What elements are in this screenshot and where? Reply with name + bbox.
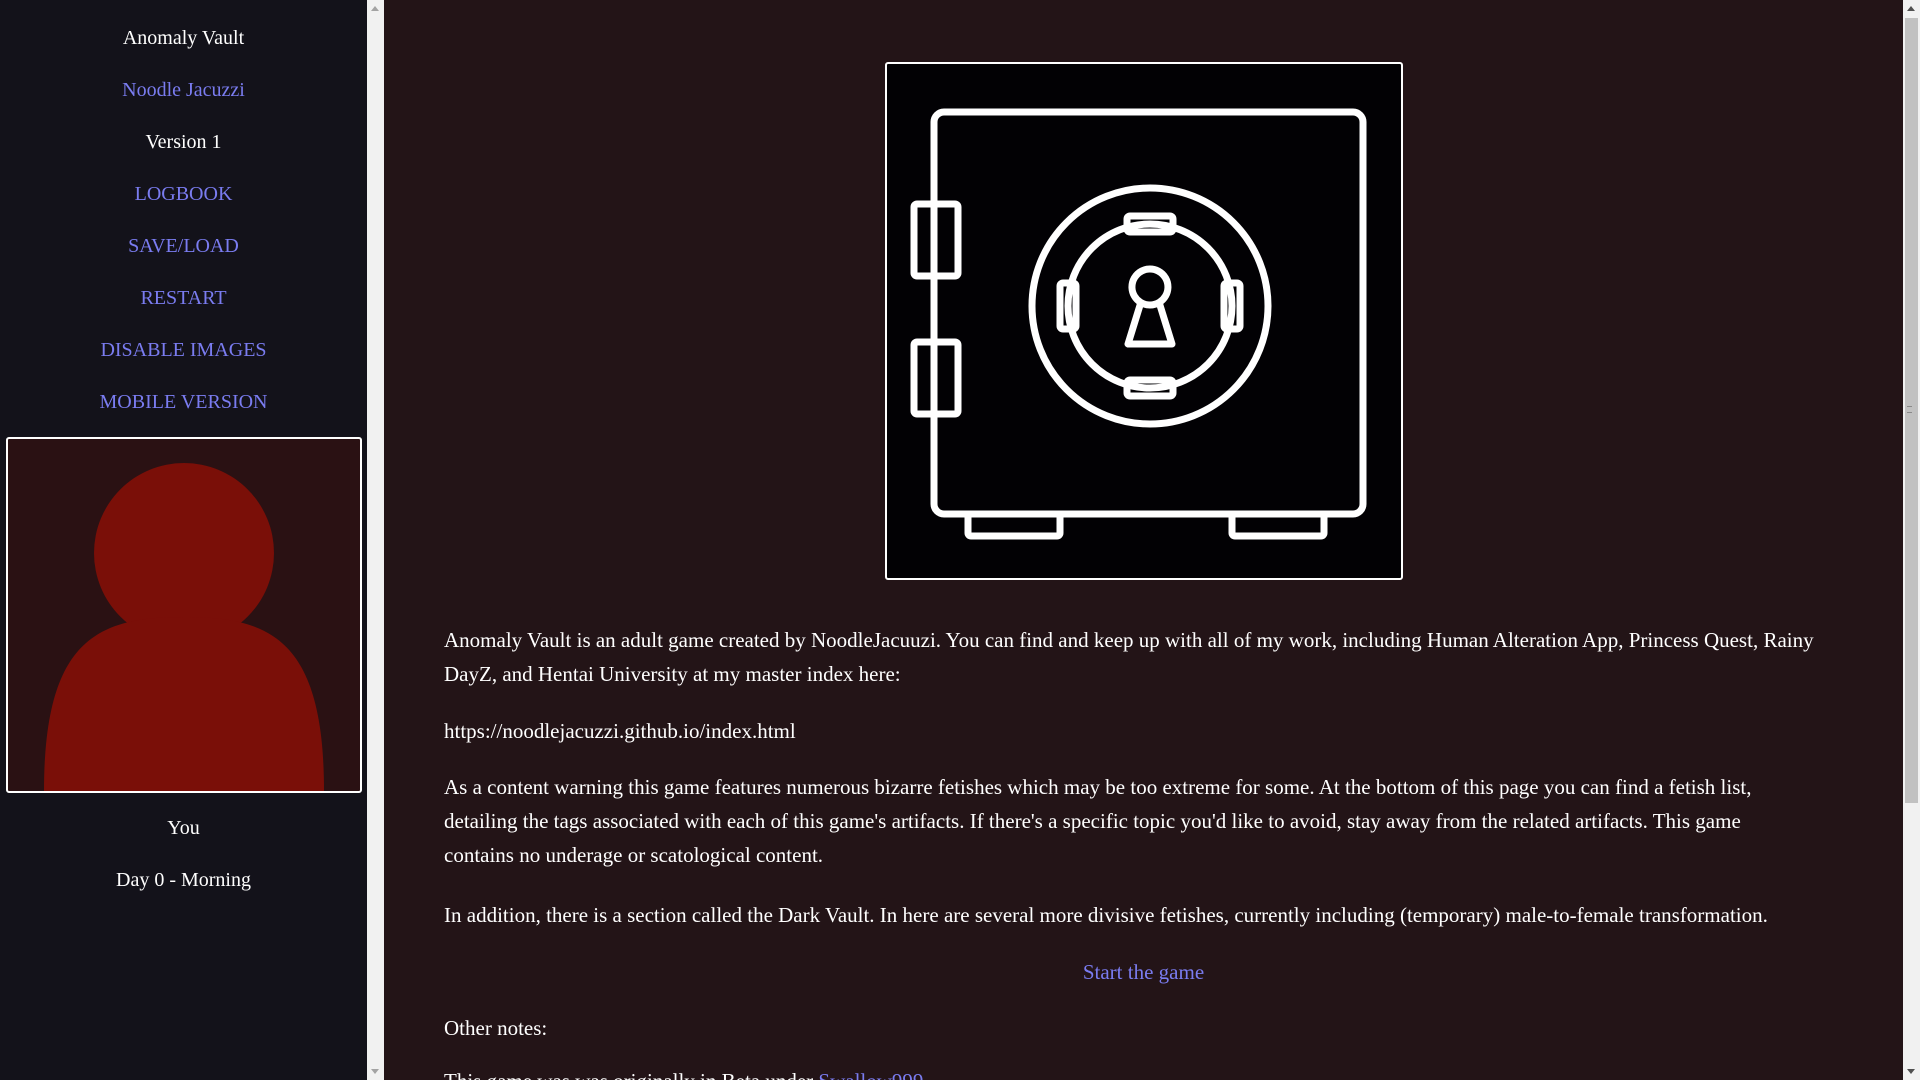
- scroll-down-arrow-icon[interactable]: [371, 1069, 379, 1074]
- scrollbar-grip-icon: [1907, 406, 1912, 413]
- start-game-link[interactable]: Start the game: [384, 955, 1903, 989]
- version-label: Version 1: [145, 131, 222, 153]
- index-url-text: https://noodlejacuzzi.github.io/index.ht…: [444, 719, 796, 743]
- avatar-silhouette-icon: [44, 463, 324, 791]
- scroll-down-arrow-icon[interactable]: [1907, 1069, 1915, 1074]
- logbook-button[interactable]: LOGBOOK: [0, 182, 367, 206]
- character-name: You: [167, 817, 200, 839]
- mobile-version-button[interactable]: MOBILE VERSION: [0, 390, 367, 414]
- intro-paragraph: Anomaly Vault is an adult game created b…: [444, 628, 1814, 686]
- game-title: Anomaly Vault: [122, 27, 245, 49]
- vault-image: [885, 62, 1403, 580]
- day-time-label: Day 0 - Morning: [116, 869, 251, 891]
- main-content: Anomaly Vault is an adult game created b…: [384, 0, 1903, 1080]
- restart-button[interactable]: RESTART: [0, 286, 367, 310]
- swallow-link[interactable]: Swallow999: [818, 1069, 923, 1080]
- main-scrollbar[interactable]: [1903, 0, 1920, 1080]
- other-notes-heading: Other notes:: [444, 1016, 548, 1040]
- character-portrait: [6, 437, 362, 793]
- partial-notes-line: This game was was originally in Beta und…: [444, 1064, 1814, 1080]
- dark-vault-paragraph: In addition, there is a section called t…: [444, 903, 1768, 927]
- disable-images-button[interactable]: DISABLE IMAGES: [0, 338, 367, 362]
- sidebar: Anomaly Vault Noodle Jacuzzi Version 1 L…: [0, 0, 367, 1080]
- content-warning-paragraph: As a content warning this game features …: [444, 775, 1752, 867]
- partial-notes-text: This game was was originally in Beta und…: [444, 1069, 813, 1080]
- vault-safe-icon: [910, 108, 1367, 540]
- scroll-up-arrow-icon[interactable]: [1907, 6, 1915, 11]
- author-link[interactable]: Noodle Jacuzzi: [0, 78, 367, 102]
- scroll-up-arrow-icon[interactable]: [371, 6, 379, 11]
- save-load-button[interactable]: SAVE/LOAD: [0, 234, 367, 258]
- sidebar-scrollbar[interactable]: [367, 0, 384, 1080]
